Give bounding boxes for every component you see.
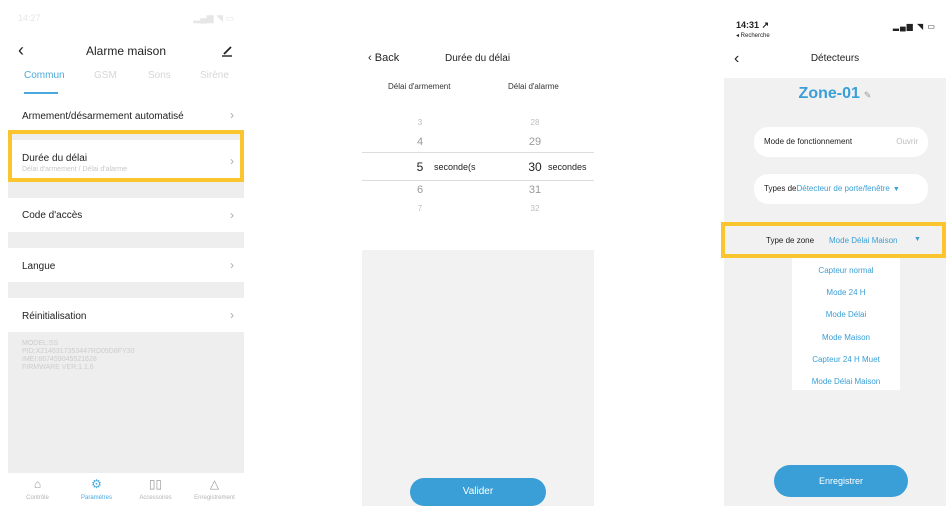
tab-sons[interactable]: Sons: [148, 70, 171, 81]
nav-enregistrement[interactable]: △ Enregistrement: [185, 477, 244, 501]
settings-tabs: Commun GSM Sons Sirène: [8, 70, 244, 86]
detector-type-label: Types deDétecteur de porte/fenêtre ▼: [764, 184, 900, 193]
arm-picker-selected[interactable]: 5: [405, 160, 435, 174]
dropdown-option[interactable]: Mode Maison: [792, 333, 900, 342]
arm-picker-value[interactable]: 3: [405, 118, 435, 127]
status-time: 14:31 ↗: [736, 20, 770, 30]
sensor-icon: ▯▯: [148, 477, 163, 491]
device-info: MODEL:SS PID:X2146317353447RD05D8FY30 IM…: [22, 340, 232, 372]
device-model: MODEL:SS: [22, 340, 59, 347]
row-label: Réinitialisation: [22, 311, 87, 322]
mode-row[interactable]: Mode de fonctionnement Ouvrir: [754, 127, 928, 157]
status-icons: ▂▄▆ ◥ ▭: [892, 22, 936, 31]
page-title: Durée du délai: [445, 53, 511, 64]
chevron-right-icon: ›: [230, 258, 234, 272]
row-label: Armement/désarmement automatisé: [22, 111, 184, 122]
content-panel: [362, 250, 594, 506]
warning-icon: △: [209, 477, 220, 491]
types-label: Types de: [764, 184, 797, 193]
picker-divider: [362, 180, 594, 181]
chevron-right-icon: ›: [230, 208, 234, 222]
dropdown-option[interactable]: Capteur normal: [792, 266, 900, 275]
mode-value: Ouvrir: [896, 137, 918, 146]
dropdown-option[interactable]: Mode 24 H: [792, 288, 900, 297]
alarm-unit: secondes: [548, 162, 587, 172]
edit-pencil-icon[interactable]: ✎: [864, 90, 872, 100]
bottom-nav: ⌂ Contrôle ⚙ Paramètres ▯▯ Accessoires △…: [8, 472, 244, 506]
zone-label: Zone-01: [798, 85, 860, 102]
nav-label: Enregistrement: [194, 495, 235, 501]
zone-type-dropdown: Capteur normal Mode 24 H Mode Délai Mode…: [792, 258, 900, 390]
row-label: Langue: [22, 261, 56, 272]
alarm-picker-value[interactable]: 32: [520, 204, 550, 213]
save-button[interactable]: Enregistrer: [774, 465, 908, 497]
back-label: Back: [374, 52, 400, 64]
row-label: Code d'accès: [22, 210, 83, 221]
arm-picker-value[interactable]: 6: [405, 184, 435, 196]
nav-label: Paramètres: [80, 495, 112, 501]
mode-label: Mode de fonctionnement: [764, 137, 853, 146]
chevron-right-icon: ›: [230, 108, 234, 122]
arm-picker-value[interactable]: 4: [405, 136, 435, 148]
detector-type-row[interactable]: Types deDétecteur de porte/fenêtre ▼: [754, 174, 928, 204]
alarm-picker-selected[interactable]: 30: [520, 160, 550, 174]
device-firmware: FIRMWARE VER:1.1.6: [22, 364, 94, 371]
status-icons: ▂▄▆ ◥ ▭: [193, 13, 234, 23]
delay-duration-screen: ‹ Back Durée du délai Délai d'armement D…: [362, 46, 594, 506]
highlight-box: [8, 130, 244, 182]
row-auto-arming[interactable]: Armement/désarmement automatisé ›: [8, 98, 244, 132]
status-time: 14:27: [18, 13, 41, 23]
header: 14:27 ▂▄▆ ◥ ▭ ‹ Alarme maison Commun GSM…: [8, 8, 244, 98]
alarm-picker-value[interactable]: 31: [520, 184, 550, 196]
picker-divider: [362, 152, 594, 153]
header: ‹ Back Durée du délai: [362, 46, 594, 74]
alarm-delay-header: Délai d'alarme: [508, 82, 559, 91]
detector-screen: 14:31 ↗ ◂ Recherche ▂▄▆ ◥ ▭ ‹ Détecteurs…: [721, 18, 946, 506]
nav-label: Accessoires: [139, 495, 172, 501]
zone-name[interactable]: Zone-01 ✎: [724, 85, 946, 103]
alarm-picker-value[interactable]: 29: [520, 136, 550, 148]
header: 14:31 ↗ ◂ Recherche ▂▄▆ ◥ ▭ ‹ Détecteurs: [724, 18, 946, 78]
device-imei: IMEI:867459045521628: [22, 356, 97, 363]
nav-accessoires[interactable]: ▯▯ Accessoires: [126, 477, 185, 501]
row-access-code[interactable]: Code d'accès ›: [8, 198, 244, 232]
arm-delay-header: Délai d'armement: [388, 82, 451, 91]
caret-down-icon: ▼: [892, 186, 900, 193]
validate-button[interactable]: Valider: [410, 478, 546, 506]
home-icon: ⌂: [33, 477, 42, 491]
types-value: Détecteur de porte/fenêtre: [796, 184, 890, 193]
back-to-search-link[interactable]: ◂ Recherche: [736, 32, 770, 39]
tab-sirene[interactable]: Sirène: [200, 70, 229, 81]
arm-unit: seconde(s: [434, 162, 476, 172]
dropdown-option[interactable]: Mode Délai Maison: [792, 377, 900, 386]
edit-pencil-icon[interactable]: [220, 44, 234, 58]
tab-gsm[interactable]: GSM: [94, 70, 117, 81]
status-bar: 14:27 ▂▄▆ ◥ ▭: [8, 8, 244, 30]
nav-label: Contrôle: [26, 495, 49, 501]
back-button[interactable]: ‹ Back: [368, 52, 399, 64]
highlight-box: [721, 222, 946, 258]
device-pid: PID:X2146317353447RD05D8FY30: [22, 348, 135, 355]
nav-controle[interactable]: ⌂ Contrôle: [8, 477, 67, 501]
page-title: Détecteurs: [810, 53, 860, 64]
alarm-picker-value[interactable]: 28: [520, 118, 550, 127]
row-reset[interactable]: Réinitialisation ›: [8, 298, 244, 332]
row-language[interactable]: Langue ›: [8, 248, 244, 282]
gear-icon: ⚙: [91, 477, 102, 491]
active-tab-indicator: [24, 92, 58, 94]
dropdown-option[interactable]: Capteur 24 H Muet: [792, 355, 900, 364]
chevron-right-icon: ›: [230, 308, 234, 322]
alarm-settings-screen: 14:27 ▂▄▆ ◥ ▭ ‹ Alarme maison Commun GSM…: [8, 8, 244, 506]
page-title: Alarme maison: [85, 44, 167, 58]
nav-parametres[interactable]: ⚙ Paramètres: [67, 477, 126, 501]
arm-picker-value[interactable]: 7: [405, 204, 435, 213]
tab-commun[interactable]: Commun: [24, 70, 65, 81]
dropdown-option[interactable]: Mode Délai: [792, 310, 900, 319]
